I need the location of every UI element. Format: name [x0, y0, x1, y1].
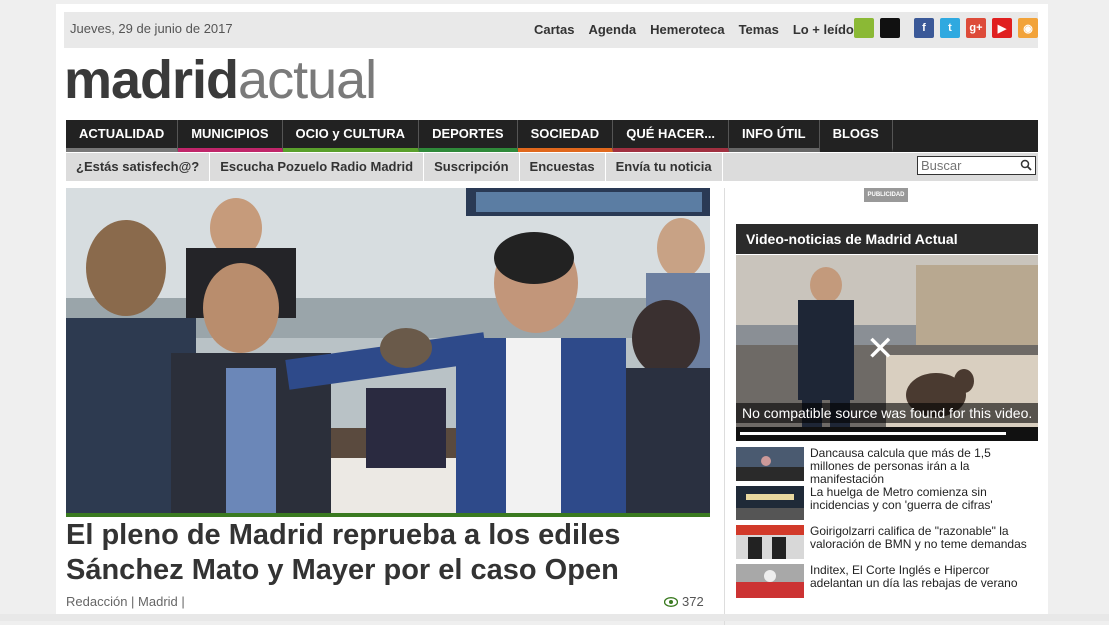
- news-thumbnail: [736, 525, 804, 559]
- android-icon[interactable]: [854, 18, 874, 38]
- site-logo[interactable]: madridactual: [64, 50, 377, 110]
- subnav-item[interactable]: ¿Estás satisfech@?: [66, 153, 211, 181]
- ad-label: PUBLICIDAD: [864, 188, 908, 202]
- nav-item-sociedad[interactable]: SOCIEDAD: [517, 120, 614, 152]
- hero-photo: [66, 188, 710, 513]
- news-title[interactable]: Dancausa calcula que más de 1,5 millones…: [810, 447, 1038, 486]
- search-input[interactable]: [918, 157, 1019, 174]
- nav-item-deportes[interactable]: DEPORTES: [419, 120, 518, 152]
- nav-item-qué-hacer[interactable]: QUÉ HACER...: [613, 120, 730, 152]
- youtube-icon[interactable]: ▶: [992, 18, 1012, 38]
- video-player[interactable]: ✕ No compatible source was found for thi…: [736, 255, 1038, 441]
- column-divider: [724, 188, 725, 625]
- apple-icon[interactable]: [880, 18, 900, 38]
- views-count: 372: [682, 594, 704, 609]
- social-icons: f t g+ ▶ ◉: [854, 18, 1038, 38]
- video-section-title: Video-noticias de Madrid Actual: [746, 231, 958, 247]
- article-headline[interactable]: El pleno de Madrid reprueba a los ediles…: [66, 518, 706, 588]
- nav-item-actualidad[interactable]: ACTUALIDAD: [66, 120, 179, 152]
- google-plus-icon[interactable]: g+: [966, 18, 986, 38]
- hero-image[interactable]: [66, 188, 710, 517]
- news-item[interactable]: Dancausa calcula que más de 1,5 millones…: [736, 447, 1038, 486]
- video-progress-bar[interactable]: [736, 427, 1038, 441]
- subnav-item[interactable]: Encuestas: [520, 153, 606, 181]
- article-byline: Redacción | Madrid |: [66, 594, 185, 609]
- nav-item-municipios[interactable]: MUNICIPIOS: [178, 120, 283, 152]
- views-counter: 372: [664, 594, 704, 609]
- subnav-item[interactable]: Escucha Pozuelo Radio Madrid: [210, 153, 425, 181]
- subnav-item[interactable]: Envía tu noticia: [606, 153, 723, 181]
- video-error-message: No compatible source was found for this …: [736, 403, 1038, 423]
- video-progress-fill: [740, 432, 1006, 435]
- subnav-item[interactable]: Suscripción: [424, 153, 520, 181]
- news-title[interactable]: Goirigolzarri califica de "razonable" la…: [810, 525, 1038, 559]
- page-bottom-edge: [0, 614, 1109, 621]
- facebook-icon[interactable]: f: [914, 18, 934, 38]
- nav-item-info-útil[interactable]: INFO ÚTIL: [729, 120, 820, 152]
- news-item[interactable]: Inditex, El Corte Inglés e Hipercor adel…: [736, 564, 1038, 598]
- logo-part1: madrid: [64, 50, 239, 110]
- twitter-icon[interactable]: t: [940, 18, 960, 38]
- search-box: [917, 156, 1036, 175]
- nav-item-ocio-y-cultura[interactable]: OCIO y CULTURA: [282, 120, 420, 152]
- news-item[interactable]: Goirigolzarri califica de "razonable" la…: [736, 525, 1038, 559]
- eye-icon: [664, 596, 678, 607]
- news-title[interactable]: Inditex, El Corte Inglés e Hipercor adel…: [810, 564, 1038, 598]
- sub-nav: ¿Estás satisfech@? Escucha Pozuelo Radio …: [66, 153, 1038, 181]
- top-link-temas[interactable]: Temas: [739, 22, 779, 37]
- top-link-cartas[interactable]: Cartas: [534, 22, 574, 37]
- logo-part2: actual: [238, 50, 377, 110]
- top-links: Cartas Agenda Hemeroteca Temas Lo + leíd…: [534, 22, 854, 37]
- news-title[interactable]: La huelga de Metro comienza sin incidenc…: [810, 486, 1038, 520]
- nav-item-blogs[interactable]: BLOGS: [819, 120, 893, 152]
- news-item[interactable]: La huelga de Metro comienza sin incidenc…: [736, 486, 1038, 520]
- news-thumbnail: [736, 486, 804, 520]
- top-link-mas-leido[interactable]: Lo + leído: [793, 22, 854, 37]
- video-close-icon[interactable]: ✕: [866, 329, 895, 369]
- rss-icon[interactable]: ◉: [1018, 18, 1038, 38]
- top-link-agenda[interactable]: Agenda: [588, 22, 636, 37]
- top-link-hemeroteca[interactable]: Hemeroteca: [650, 22, 724, 37]
- top-bar: Jueves, 29 de junio de 2017 Cartas Agend…: [64, 12, 1038, 48]
- date-label: Jueves, 29 de junio de 2017: [70, 21, 233, 36]
- video-section-header: Video-noticias de Madrid Actual: [736, 224, 1038, 254]
- search-icon[interactable]: [1020, 159, 1032, 171]
- news-thumbnail: [736, 564, 804, 598]
- page: Jueves, 29 de junio de 2017 Cartas Agend…: [56, 4, 1048, 625]
- main-nav: ACTUALIDAD MUNICIPIOS OCIO y CULTURA DEPORT…: [66, 120, 1038, 152]
- news-thumbnail: [736, 447, 804, 481]
